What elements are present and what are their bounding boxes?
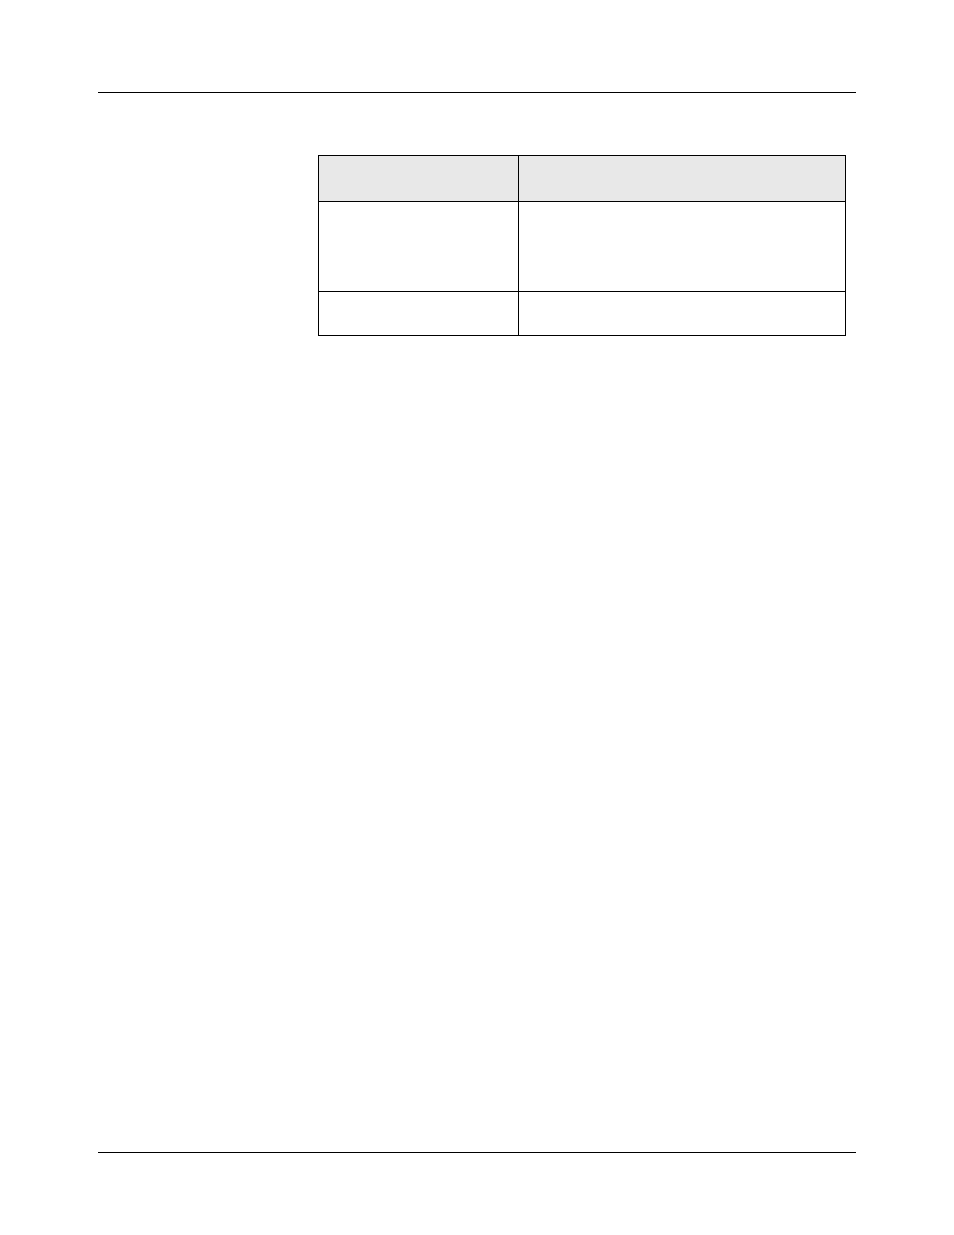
table-container (318, 155, 846, 336)
table-header-cell (518, 156, 845, 202)
table-cell (518, 292, 845, 336)
data-table (318, 155, 846, 336)
header-divider (98, 92, 856, 93)
table-cell (319, 292, 519, 336)
page-content (0, 0, 954, 336)
table-cell (319, 202, 519, 292)
footer-divider (98, 1152, 856, 1153)
table-header-row (319, 156, 846, 202)
table-row (319, 292, 846, 336)
table-header-cell (319, 156, 519, 202)
table-row (319, 202, 846, 292)
table-cell (518, 202, 845, 292)
